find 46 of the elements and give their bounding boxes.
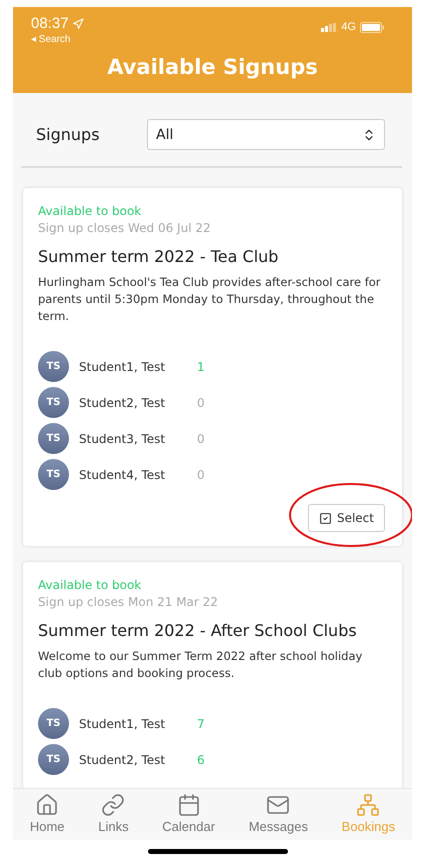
student-avatar: TS — [38, 351, 69, 382]
booking-count: 1 — [197, 360, 205, 374]
back-link[interactable]: ◂ Search — [31, 33, 84, 45]
student-name: Student2, Test — [79, 396, 166, 410]
home-icon — [35, 793, 60, 817]
availability-status: Available to book — [38, 578, 142, 592]
card-title: Summer term 2022 - After School Clubs — [38, 621, 358, 640]
calendar-icon — [176, 793, 201, 817]
filter-label: Signups — [36, 125, 100, 144]
card-title: Summer term 2022 - Tea Club — [38, 247, 280, 266]
signups-select[interactable]: All — [147, 119, 385, 150]
student-avatar: TS — [38, 459, 69, 490]
card-description: Hurlingham School's Tea Club provides after-school care for parents until 5:30pm Monday to Thursday, throughout the term. — [38, 274, 382, 325]
network-label: 4G — [341, 21, 356, 33]
status-time: 08:37 — [31, 15, 69, 32]
booking-count: 0 — [197, 468, 205, 482]
closing-date: Sign up closes Mon 21 Mar 22 — [38, 595, 219, 609]
student-avatar: TS — [38, 708, 69, 739]
location-icon — [72, 18, 84, 30]
closing-date: Sign up closes Wed 06 Jul 22 — [38, 221, 212, 235]
tab-item[interactable]: Home — [30, 793, 65, 834]
student-name: Student1, Test — [79, 716, 166, 730]
battery-icon — [360, 22, 384, 32]
student-name: Student2, Test — [79, 752, 166, 766]
signal-icon — [321, 22, 338, 32]
link-icon — [101, 793, 126, 817]
checkbox-icon — [318, 512, 332, 524]
availability-status: Available to book — [38, 204, 142, 218]
student-name: Student3, Test — [79, 432, 166, 446]
student-avatar: TS — [38, 744, 69, 775]
student-name: Student4, Test — [79, 468, 166, 482]
network-icon — [356, 793, 380, 817]
student-avatar: TS — [38, 387, 69, 418]
tab-item[interactable]: Calendar — [162, 793, 216, 834]
mail-icon — [266, 793, 290, 817]
page-title: Available Signups — [106, 55, 319, 79]
tab-item[interactable]: Messages — [248, 793, 308, 834]
booking-count: 0 — [197, 432, 205, 446]
booking-count: 6 — [197, 752, 205, 766]
select-button[interactable]: Select — [308, 504, 385, 532]
booking-count: 0 — [197, 396, 205, 410]
booking-count: 7 — [197, 716, 205, 730]
student-avatar: TS — [38, 423, 69, 454]
student-name: Student1, Test — [79, 360, 166, 374]
card-description: Welcome to our Summer Term 2022 after school holiday club options and booking process. — [38, 648, 364, 682]
tab-item[interactable]: Links — [98, 793, 129, 834]
